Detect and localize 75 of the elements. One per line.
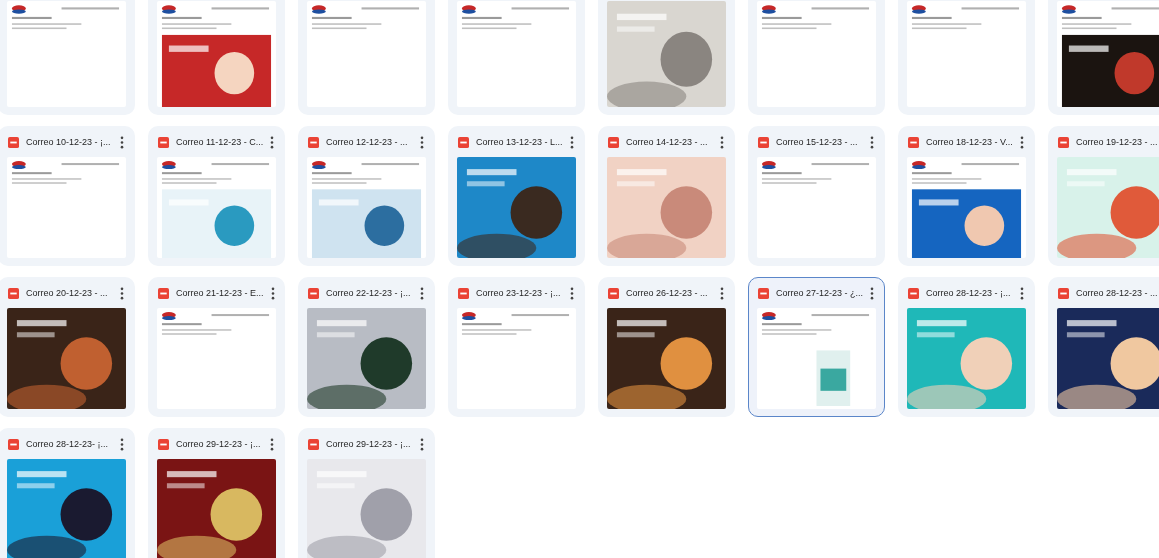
file-name: Correo 14-12-23 - ... <box>626 137 709 147</box>
document-icon <box>308 438 319 450</box>
file-name: Correo 29-12-23 - ¡... <box>176 439 262 449</box>
more-options-icon[interactable] <box>120 286 124 300</box>
file-card[interactable]: Correo 14-12-23 - ... <box>598 126 735 266</box>
file-card[interactable]: Correo 29-12-23 - ¡... <box>148 428 285 558</box>
document-icon <box>608 136 619 148</box>
file-card[interactable]: Correo 22-12-23 - ¡... <box>298 277 435 417</box>
more-options-icon[interactable] <box>420 286 424 300</box>
more-options-icon[interactable] <box>720 135 724 149</box>
document-icon <box>158 136 169 148</box>
file-card[interactable]: Correo 29-12-23 - ¡... <box>298 428 435 558</box>
file-card[interactable]: Correo 15-12-23 - ... <box>748 126 885 266</box>
file-card[interactable]: Correo 28-12-23 - ... <box>1048 277 1159 417</box>
file-name: Correo 11-12-23 - C... <box>176 137 264 147</box>
document-icon <box>308 136 319 148</box>
more-options-icon[interactable] <box>270 286 275 300</box>
more-options-icon[interactable] <box>270 135 275 149</box>
file-card[interactable]: Correo 13-12-23 - L... <box>448 126 585 266</box>
file-card[interactable]: Correo 23-12-23 - ¡... <box>448 277 585 417</box>
more-options-icon[interactable] <box>870 135 874 149</box>
file-card[interactable]: Correo 28-12-23 - ¡... <box>898 277 1035 417</box>
document-icon <box>908 287 919 299</box>
file-card[interactable]: Correo 21-12-23 - E... <box>148 277 285 417</box>
document-icon <box>1058 287 1069 299</box>
file-card[interactable]: Correo 28-12-23- ¡... <box>0 428 135 558</box>
more-options-icon[interactable] <box>1020 286 1024 300</box>
file-card[interactable]: Correo 27-12-23 - ¿... <box>748 277 885 417</box>
more-options-icon[interactable] <box>870 286 875 300</box>
file-card[interactable]: Correo 20-12-23 - ... <box>0 277 135 417</box>
file-name: Correo 21-12-23 - E... <box>176 288 264 298</box>
file-name: Correo 28-12-23- ¡... <box>26 439 110 449</box>
document-icon <box>758 287 769 299</box>
file-name: Correo 18-12-23 - V... <box>926 137 1013 147</box>
document-icon <box>158 438 169 450</box>
file-name: Correo 22-12-23 - ¡... <box>326 288 412 298</box>
document-icon <box>158 287 169 299</box>
file-card[interactable]: Correo 10-12-23 - ¡... <box>0 126 135 266</box>
more-options-icon[interactable] <box>420 135 424 149</box>
document-icon <box>1058 136 1069 148</box>
file-card[interactable]: Correo 19-12-23 - ... <box>1048 126 1159 266</box>
file-name: Correo 15-12-23 - ... <box>776 137 859 147</box>
document-icon <box>758 136 769 148</box>
more-options-icon[interactable] <box>270 437 274 451</box>
file-card[interactable]: Correo 12-12-23 - ... <box>298 126 435 266</box>
file-name: Correo 28-12-23 - ¡... <box>926 288 1012 298</box>
document-icon <box>8 438 19 450</box>
file-card[interactable]: Correo 11-12-23 - C... <box>148 126 285 266</box>
file-name: Correo 26-12-23 - ... <box>626 288 709 298</box>
file-name: Correo 19-12-23 - ... <box>1076 137 1159 147</box>
file-card[interactable] <box>1048 0 1159 115</box>
document-icon <box>458 136 469 148</box>
file-name: Correo 28-12-23 - ... <box>1076 288 1159 298</box>
more-options-icon[interactable] <box>570 286 574 300</box>
more-options-icon[interactable] <box>1020 135 1024 149</box>
document-icon <box>458 287 469 299</box>
file-name: Correo 12-12-23 - ... <box>326 137 409 147</box>
document-icon <box>608 287 619 299</box>
file-name: Correo 29-12-23 - ¡... <box>326 439 412 449</box>
file-name: Correo 27-12-23 - ¿... <box>776 288 864 298</box>
file-name: Correo 23-12-23 - ¡... <box>476 288 562 298</box>
document-icon <box>308 287 319 299</box>
document-icon <box>8 287 19 299</box>
file-name: Correo 13-12-23 - L... <box>476 137 563 147</box>
file-card[interactable]: Correo 18-12-23 - V... <box>898 126 1035 266</box>
document-icon <box>8 136 19 148</box>
more-options-icon[interactable] <box>420 437 424 451</box>
more-options-icon[interactable] <box>720 286 724 300</box>
document-icon <box>908 136 919 148</box>
more-options-icon[interactable] <box>120 437 124 451</box>
file-name: Correo 10-12-23 - ¡... <box>26 137 112 147</box>
more-options-icon[interactable] <box>570 135 574 149</box>
more-options-icon[interactable] <box>120 135 124 149</box>
file-name: Correo 20-12-23 - ... <box>26 288 109 298</box>
file-card[interactable]: Correo 26-12-23 - ... <box>598 277 735 417</box>
